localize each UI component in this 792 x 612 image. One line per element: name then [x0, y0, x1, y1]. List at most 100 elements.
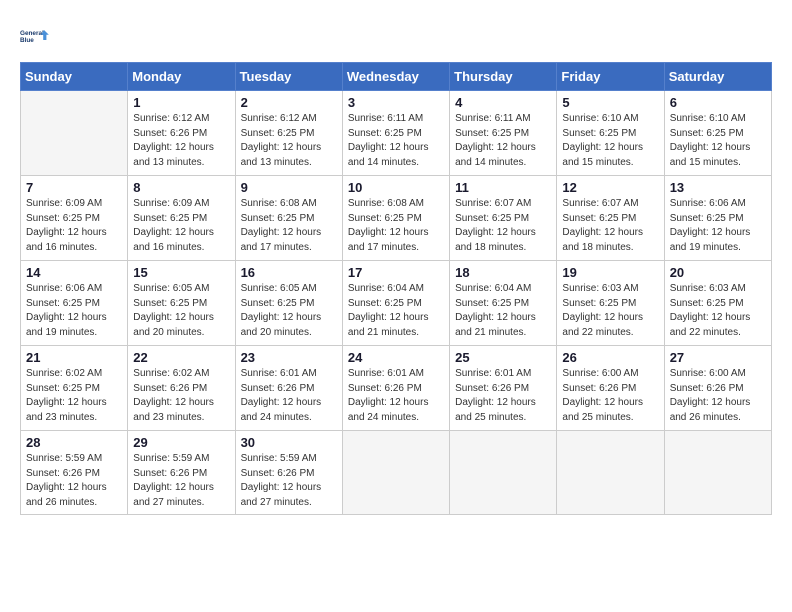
calendar-cell: 26 Sunrise: 6:00 AMSunset: 6:26 PMDayligh… — [557, 346, 664, 431]
calendar-cell: 4 Sunrise: 6:11 AMSunset: 6:25 PMDaylight… — [450, 91, 557, 176]
calendar-cell: 1 Sunrise: 6:12 AMSunset: 6:26 PMDaylight… — [128, 91, 235, 176]
day-number: 21 — [26, 350, 122, 365]
day-info: Sunrise: 6:01 AMSunset: 6:26 PMDaylight:… — [348, 367, 444, 425]
day-number: 15 — [133, 265, 229, 280]
day-number: 11 — [455, 180, 551, 195]
day-info: Sunrise: 6:07 AMSunset: 6:25 PMDaylight:… — [455, 197, 551, 255]
day-info: Sunrise: 6:01 AMSunset: 6:26 PMDaylight:… — [455, 367, 551, 425]
calendar-cell: 25 Sunrise: 6:01 AMSunset: 6:26 PMDayligh… — [450, 346, 557, 431]
calendar-cell: 28 Sunrise: 5:59 AMSunset: 6:26 PMDayligh… — [21, 431, 128, 515]
day-info: Sunrise: 6:08 AMSunset: 6:25 PMDaylight:… — [348, 197, 444, 255]
day-info: Sunrise: 6:03 AMSunset: 6:25 PMDaylight:… — [670, 282, 766, 340]
day-number: 23 — [241, 350, 337, 365]
day-info: Sunrise: 6:00 AMSunset: 6:26 PMDaylight:… — [670, 367, 766, 425]
calendar-cell: 8 Sunrise: 6:09 AMSunset: 6:25 PMDaylight… — [128, 176, 235, 261]
day-info: Sunrise: 6:05 AMSunset: 6:25 PMDaylight:… — [241, 282, 337, 340]
day-number: 13 — [670, 180, 766, 195]
day-info: Sunrise: 6:04 AMSunset: 6:25 PMDaylight:… — [455, 282, 551, 340]
day-info: Sunrise: 6:00 AMSunset: 6:26 PMDaylight:… — [562, 367, 658, 425]
day-info: Sunrise: 6:01 AMSunset: 6:26 PMDaylight:… — [241, 367, 337, 425]
calendar-cell: 24Sunrise: 6:01 AMSunset: 6:26 PMDayligh… — [342, 346, 449, 431]
calendar-cell: 22Sunrise: 6:02 AMSunset: 6:26 PMDayligh… — [128, 346, 235, 431]
calendar-cell: 30 Sunrise: 5:59 AMSunset: 6:26 PMDayligh… — [235, 431, 342, 515]
header-sunday: Sunday — [21, 63, 128, 91]
day-number: 14 — [26, 265, 122, 280]
calendar-cell: 6Sunrise: 6:10 AMSunset: 6:25 PMDaylight… — [664, 91, 771, 176]
day-number: 12 — [562, 180, 658, 195]
day-info: Sunrise: 6:12 AMSunset: 6:26 PMDaylight:… — [133, 112, 229, 170]
header-wednesday: Wednesday — [342, 63, 449, 91]
day-info: Sunrise: 6:03 AMSunset: 6:25 PMDaylight:… — [562, 282, 658, 340]
calendar-cell: 15 Sunrise: 6:05 AMSunset: 6:25 PMDayligh… — [128, 261, 235, 346]
calendar-cell — [664, 431, 771, 515]
calendar-cell — [557, 431, 664, 515]
day-number: 8 — [133, 180, 229, 195]
day-info: Sunrise: 6:09 AMSunset: 6:25 PMDaylight:… — [26, 197, 122, 255]
calendar-cell: 16 Sunrise: 6:05 AMSunset: 6:25 PMDayligh… — [235, 261, 342, 346]
logo-icon: GeneralBlue — [20, 20, 52, 52]
day-info: Sunrise: 5:59 AMSunset: 6:26 PMDaylight:… — [241, 452, 337, 510]
calendar-week-3: 14 Sunrise: 6:06 AMSunset: 6:25 PMDayligh… — [21, 261, 772, 346]
svg-text:General: General — [20, 30, 44, 37]
day-info: Sunrise: 6:06 AMSunset: 6:25 PMDaylight:… — [26, 282, 122, 340]
calendar-cell: 12 Sunrise: 6:07 AMSunset: 6:25 PMDayligh… — [557, 176, 664, 261]
day-number: 27 — [670, 350, 766, 365]
calendar-week-5: 28 Sunrise: 5:59 AMSunset: 6:26 PMDayligh… — [21, 431, 772, 515]
calendar-cell: 19Sunrise: 6:03 AMSunset: 6:25 PMDayligh… — [557, 261, 664, 346]
day-info: Sunrise: 6:07 AMSunset: 6:25 PMDaylight:… — [562, 197, 658, 255]
svg-text:Blue: Blue — [20, 37, 34, 44]
header-friday: Friday — [557, 63, 664, 91]
calendar-cell: 11 Sunrise: 6:07 AMSunset: 6:25 PMDayligh… — [450, 176, 557, 261]
calendar-cell — [342, 431, 449, 515]
calendar-cell: 3Sunrise: 6:11 AMSunset: 6:25 PMDaylight… — [342, 91, 449, 176]
day-number: 28 — [26, 435, 122, 450]
day-number: 18 — [455, 265, 551, 280]
day-number: 7 — [26, 180, 122, 195]
day-number: 2 — [241, 95, 337, 110]
day-info: Sunrise: 6:05 AMSunset: 6:25 PMDaylight:… — [133, 282, 229, 340]
day-info: Sunrise: 5:59 AMSunset: 6:26 PMDaylight:… — [26, 452, 122, 510]
day-number: 22 — [133, 350, 229, 365]
calendar-header-row: SundayMondayTuesdayWednesdayThursdayFrid… — [21, 63, 772, 91]
day-number: 17 — [348, 265, 444, 280]
calendar-cell: 9Sunrise: 6:08 AMSunset: 6:25 PMDaylight… — [235, 176, 342, 261]
day-number: 30 — [241, 435, 337, 450]
day-info: Sunrise: 6:11 AMSunset: 6:25 PMDaylight:… — [348, 112, 444, 170]
page-header: GeneralBlue — [20, 20, 772, 52]
day-info: Sunrise: 6:04 AMSunset: 6:25 PMDaylight:… — [348, 282, 444, 340]
day-number: 16 — [241, 265, 337, 280]
header-tuesday: Tuesday — [235, 63, 342, 91]
day-number: 29 — [133, 435, 229, 450]
day-info: Sunrise: 6:11 AMSunset: 6:25 PMDaylight:… — [455, 112, 551, 170]
day-info: Sunrise: 6:02 AMSunset: 6:25 PMDaylight:… — [26, 367, 122, 425]
calendar-cell: 29 Sunrise: 5:59 AMSunset: 6:26 PMDayligh… — [128, 431, 235, 515]
day-info: Sunrise: 6:09 AMSunset: 6:25 PMDaylight:… — [133, 197, 229, 255]
calendar-cell: 17 Sunrise: 6:04 AMSunset: 6:25 PMDayligh… — [342, 261, 449, 346]
calendar-week-2: 7 Sunrise: 6:09 AMSunset: 6:25 PMDaylight… — [21, 176, 772, 261]
day-number: 4 — [455, 95, 551, 110]
calendar-cell: 27 Sunrise: 6:00 AMSunset: 6:26 PMDayligh… — [664, 346, 771, 431]
header-monday: Monday — [128, 63, 235, 91]
calendar-cell: 2Sunrise: 6:12 AMSunset: 6:25 PMDaylight… — [235, 91, 342, 176]
day-info: Sunrise: 6:08 AMSunset: 6:25 PMDaylight:… — [241, 197, 337, 255]
calendar-cell: 7 Sunrise: 6:09 AMSunset: 6:25 PMDaylight… — [21, 176, 128, 261]
day-info: Sunrise: 6:10 AMSunset: 6:25 PMDaylight:… — [562, 112, 658, 170]
calendar-cell: 23 Sunrise: 6:01 AMSunset: 6:26 PMDayligh… — [235, 346, 342, 431]
header-saturday: Saturday — [664, 63, 771, 91]
calendar-table: SundayMondayTuesdayWednesdayThursdayFrid… — [20, 62, 772, 515]
day-number: 5 — [562, 95, 658, 110]
day-info: Sunrise: 6:06 AMSunset: 6:25 PMDaylight:… — [670, 197, 766, 255]
day-number: 10 — [348, 180, 444, 195]
calendar-cell — [21, 91, 128, 176]
calendar-cell: 13 Sunrise: 6:06 AMSunset: 6:25 PMDayligh… — [664, 176, 771, 261]
calendar-cell: 18 Sunrise: 6:04 AMSunset: 6:25 PMDayligh… — [450, 261, 557, 346]
day-number: 1 — [133, 95, 229, 110]
day-number: 26 — [562, 350, 658, 365]
day-number: 25 — [455, 350, 551, 365]
header-thursday: Thursday — [450, 63, 557, 91]
day-number: 20 — [670, 265, 766, 280]
calendar-cell: 10 Sunrise: 6:08 AMSunset: 6:25 PMDayligh… — [342, 176, 449, 261]
calendar-cell: 20 Sunrise: 6:03 AMSunset: 6:25 PMDayligh… — [664, 261, 771, 346]
calendar-cell — [450, 431, 557, 515]
day-info: Sunrise: 5:59 AMSunset: 6:26 PMDaylight:… — [133, 452, 229, 510]
